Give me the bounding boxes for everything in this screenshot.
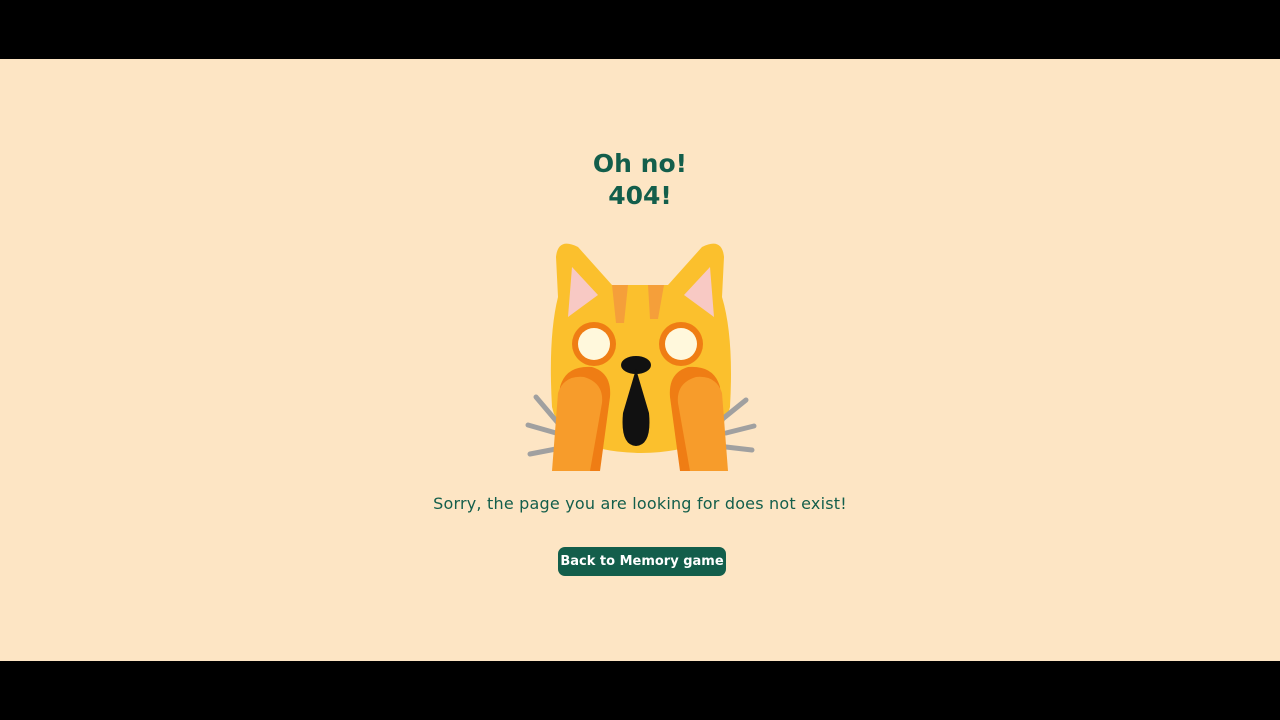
page-title: Oh no! 404! [0, 148, 1280, 212]
letterbox-top [0, 0, 1280, 59]
weary-cat-icon [525, 243, 757, 471]
letterbox-bottom [0, 661, 1280, 720]
not-found-page: Oh no! 404! Sorry, the page you are look… [0, 59, 1280, 661]
back-to-memory-game-button[interactable]: Back to Memory game [558, 547, 726, 576]
not-found-message: Sorry, the page you are looking for does… [433, 494, 847, 513]
title-line-404: 404! [608, 181, 672, 210]
title-line-oh-no: Oh no! [592, 149, 688, 178]
